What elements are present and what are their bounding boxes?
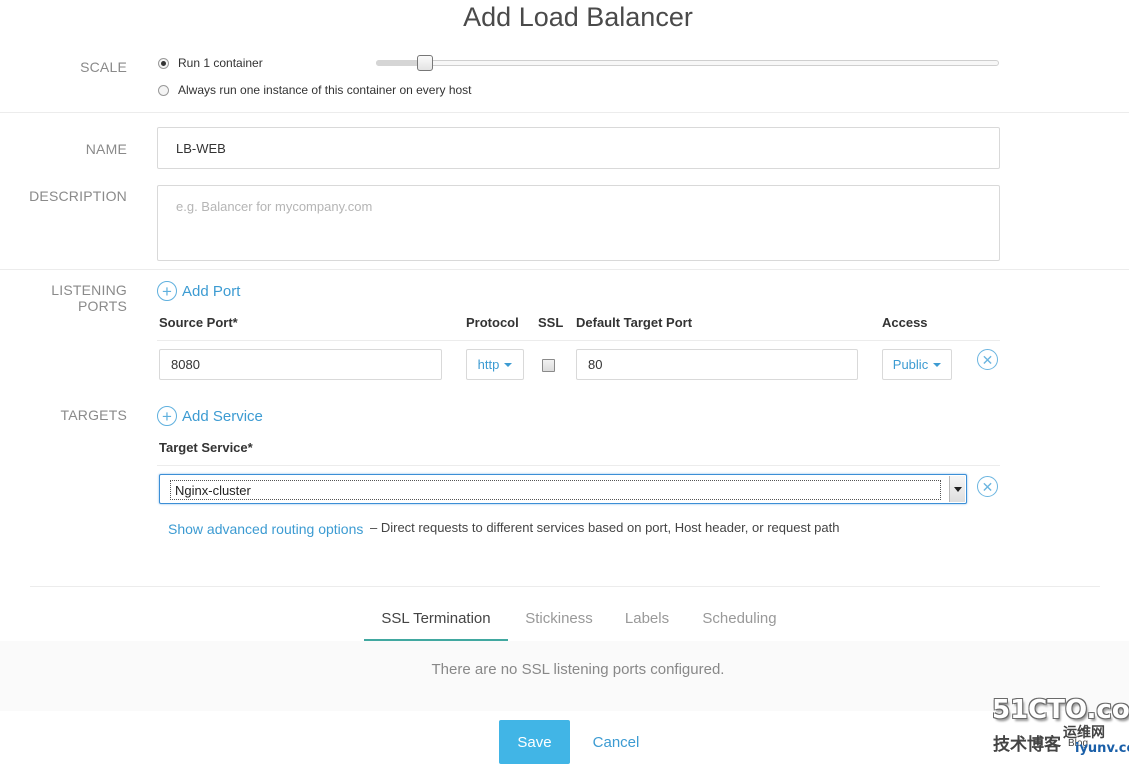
targets-label: TARGETS xyxy=(60,407,127,423)
add-port-button[interactable]: + Add Port xyxy=(157,281,240,301)
col-default-target-port: Default Target Port xyxy=(576,315,693,330)
source-port-input[interactable]: 8080 xyxy=(159,349,442,380)
default-target-port-input[interactable]: 80 xyxy=(576,349,858,380)
remove-port-button[interactable]: ✕ xyxy=(977,349,998,370)
tab-stickiness[interactable]: Stickiness xyxy=(514,610,604,627)
scale-slider-handle[interactable] xyxy=(417,55,433,71)
divider xyxy=(157,465,1000,466)
description-label: DESCRIPTION xyxy=(29,188,127,204)
triangle-down-icon xyxy=(953,486,962,492)
tab-ssl-termination[interactable]: SSL Termination xyxy=(364,610,508,627)
watermark-domain: iyunv.com xyxy=(1075,741,1129,756)
name-input[interactable]: LB-WEB xyxy=(157,127,1000,169)
caret-down-icon xyxy=(504,362,513,367)
watermark-tagline: 技术博客 xyxy=(993,735,1061,755)
radio-every-host[interactable] xyxy=(158,84,169,96)
access-value: Public xyxy=(892,357,929,372)
listening-ports-label: LISTENING PORTS xyxy=(51,282,127,314)
caret-down-icon xyxy=(933,362,942,367)
col-access: Access xyxy=(882,315,928,330)
ssl-checkbox[interactable] xyxy=(542,359,555,372)
plus-circle-icon: + xyxy=(157,281,177,301)
add-service-label: Add Service xyxy=(182,407,263,425)
remove-target-button[interactable]: ✕ xyxy=(977,476,998,497)
divider xyxy=(0,269,1129,270)
scale-option-every-host-label: Always run one instance of this containe… xyxy=(178,83,472,97)
scale-option-run[interactable]: Run 1 container xyxy=(158,56,263,70)
col-ssl: SSL xyxy=(538,315,564,330)
save-button[interactable]: Save xyxy=(499,720,570,764)
scale-slider-track[interactable] xyxy=(376,60,999,66)
plus-circle-icon: + xyxy=(157,406,177,426)
page-title: Add Load Balancer xyxy=(463,2,693,32)
divider xyxy=(30,586,1100,587)
col-source-port: Source Port* xyxy=(159,315,238,330)
divider xyxy=(157,340,1000,341)
tab-panel-message: There are no SSL listening ports configu… xyxy=(431,661,725,678)
active-tab-indicator xyxy=(364,639,508,641)
add-service-button[interactable]: + Add Service xyxy=(157,406,263,426)
protocol-dropdown[interactable]: http xyxy=(466,349,524,380)
scale-label: SCALE xyxy=(80,59,127,75)
tab-scheduling[interactable]: Scheduling xyxy=(692,610,787,627)
cancel-button[interactable]: Cancel xyxy=(584,720,648,764)
tab-labels[interactable]: Labels xyxy=(614,610,680,627)
description-textarea[interactable]: e.g. Balancer for mycompany.com xyxy=(157,185,1000,261)
advanced-routing-link[interactable]: Show advanced routing options xyxy=(168,521,363,537)
watermark-logo: 51CTO.com xyxy=(992,695,1129,725)
add-port-label: Add Port xyxy=(182,282,241,300)
access-dropdown[interactable]: Public xyxy=(882,349,952,380)
close-icon: ✕ xyxy=(981,351,994,368)
close-icon: ✕ xyxy=(981,478,994,495)
protocol-value: http xyxy=(477,357,500,372)
target-service-select[interactable]: Nginx-cluster xyxy=(159,474,967,504)
radio-run-selected[interactable] xyxy=(158,57,169,69)
name-label: NAME xyxy=(85,141,127,157)
col-protocol: Protocol xyxy=(466,315,519,330)
col-target-service: Target Service* xyxy=(159,440,253,455)
select-arrow-button[interactable] xyxy=(949,476,965,502)
target-service-value: Nginx-cluster xyxy=(170,480,941,500)
divider xyxy=(0,112,1129,113)
advanced-routing-description: – Direct requests to different services … xyxy=(370,520,840,535)
scale-option-run-label: Run 1 container xyxy=(178,56,263,70)
scale-option-every-host[interactable]: Always run one instance of this containe… xyxy=(158,83,472,97)
